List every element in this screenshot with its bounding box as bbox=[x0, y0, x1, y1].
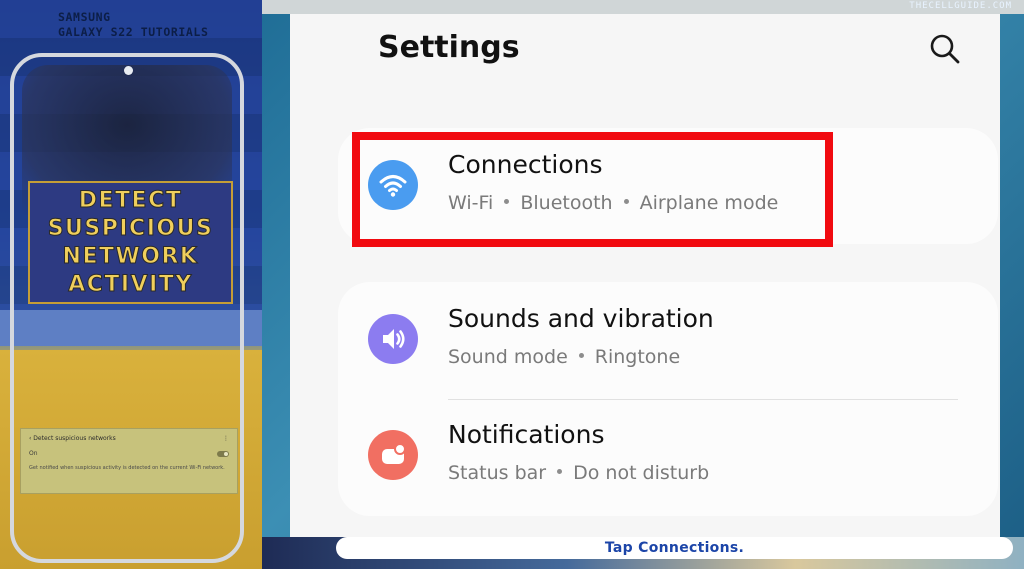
volume-icon bbox=[368, 314, 418, 364]
mini-title: ‹ Detect suspicious networks bbox=[29, 435, 116, 442]
brand-line-2: GALAXY S22 TUTORIALS bbox=[58, 25, 209, 39]
title-line: ACTIVITY bbox=[68, 271, 193, 297]
title-line: DETECT bbox=[78, 187, 183, 213]
settings-item-subtitle: Status bar Do not disturb bbox=[448, 462, 709, 484]
settings-screen: Settings Connections Wi-Fi Bluetooth Airpl… bbox=[290, 14, 1000, 537]
settings-card-sounds-notifications: Sounds and vibration Sound mode Ringtone … bbox=[338, 282, 998, 516]
settings-item-label: Sounds and vibration bbox=[448, 304, 714, 333]
watermark: THECELLGUIDE.COM bbox=[909, 1, 1012, 11]
list-divider bbox=[448, 399, 958, 400]
settings-item-subtitle: Sound mode Ringtone bbox=[448, 346, 680, 368]
separator-dot bbox=[578, 353, 584, 358]
tutorial-highlight-box bbox=[352, 132, 833, 247]
subtitle-part: Do not disturb bbox=[573, 462, 710, 484]
subtitle-part: Ringtone bbox=[594, 346, 681, 368]
tutorial-caption: Tap Connections. bbox=[336, 537, 1013, 559]
mini-toggle-row: On bbox=[29, 450, 229, 457]
brand-line-1: SAMSUNG bbox=[58, 10, 111, 24]
mini-description: Get notified when suspicious activity is… bbox=[29, 465, 225, 471]
subtitle-part: Status bar bbox=[448, 462, 547, 484]
settings-item-sounds[interactable]: Sounds and vibration Sound mode Ringtone bbox=[368, 300, 968, 380]
toggle-switch-icon bbox=[217, 450, 229, 457]
brand-label: SAMSUNG GALAXY S22 TUTORIALS bbox=[58, 10, 208, 40]
notification-icon bbox=[368, 430, 418, 480]
camera-icon bbox=[124, 66, 133, 75]
settings-item-notifications[interactable]: Notifications Status bar Do not disturb bbox=[368, 416, 968, 496]
title-line: SUSPICIOUS bbox=[47, 215, 214, 241]
tutorial-banner: SAMSUNG GALAXY S22 TUTORIALS DETECT SUSP… bbox=[0, 0, 262, 569]
settings-item-label: Notifications bbox=[448, 420, 605, 449]
more-options-icon: ⋮ bbox=[223, 435, 229, 442]
mini-toggle-label: On bbox=[29, 450, 38, 457]
mini-screenshot-preview: ‹ Detect suspicious networks ⋮ On Get no… bbox=[20, 428, 238, 494]
title-line: NETWORK bbox=[62, 243, 199, 269]
search-icon bbox=[930, 34, 960, 64]
subtitle-part: Sound mode bbox=[448, 346, 568, 368]
search-button[interactable] bbox=[928, 32, 962, 66]
caption-text: Tap Connections. bbox=[604, 540, 745, 556]
separator-dot bbox=[557, 469, 563, 474]
tutorial-title-card: DETECT SUSPICIOUS NETWORK ACTIVITY bbox=[28, 181, 233, 304]
page-title: Settings bbox=[378, 30, 520, 65]
mini-header: ‹ Detect suspicious networks ⋮ bbox=[29, 435, 229, 442]
